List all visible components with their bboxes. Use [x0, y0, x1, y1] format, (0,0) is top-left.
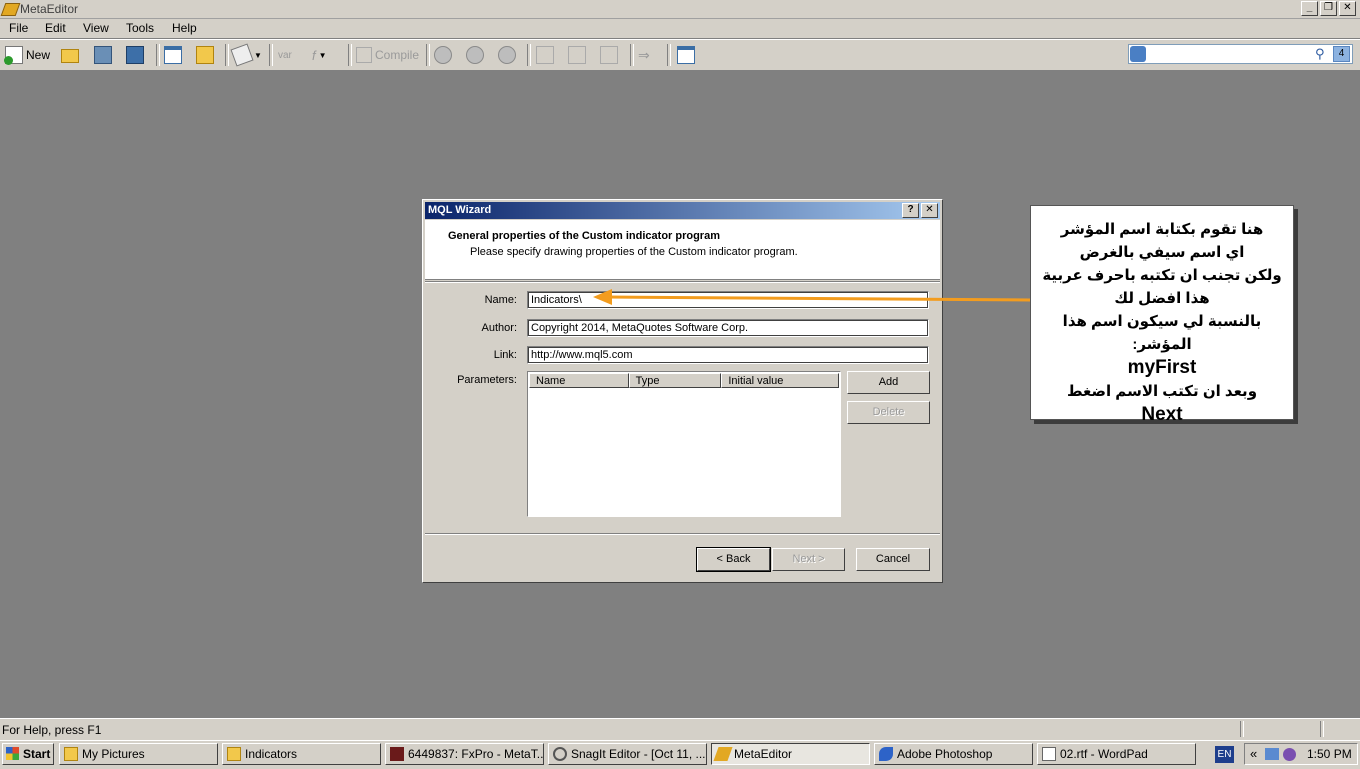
callout-line: هنا تقوم بكتابة اسم المؤشر — [1060, 221, 1264, 238]
task-adobe-photoshop[interactable]: Adobe Photoshop — [874, 743, 1033, 765]
show-hidden-icons-button[interactable]: « — [1250, 746, 1257, 761]
task-label: MetaEditor — [734, 747, 793, 761]
wordpad-document-icon — [1042, 747, 1056, 761]
messenger-icon[interactable] — [1283, 748, 1296, 761]
task-wordpad[interactable]: 02.rtf - WordPad — [1037, 743, 1196, 765]
callout-line: وبعد ان تكتب الاسم اضغط — [1066, 383, 1258, 400]
task-label: SnagIt Editor - [Oct 11, ... — [571, 747, 706, 761]
task-label: 6449837: FxPro - MetaT... — [408, 747, 544, 761]
task-fxpro-metatrader[interactable]: 6449837: FxPro - MetaT... — [385, 743, 544, 765]
callout-line: ولكن تجنب ان تكتبه باحرف عربية — [1042, 267, 1282, 284]
snagit-icon — [553, 747, 567, 761]
task-label: Adobe Photoshop — [897, 747, 993, 761]
task-metaeditor[interactable]: MetaEditor — [711, 743, 870, 765]
task-label: 02.rtf - WordPad — [1060, 747, 1148, 761]
language-indicator[interactable]: EN — [1215, 746, 1234, 763]
task-snagit-editor[interactable]: SnagIt Editor - [Oct 11, ... — [548, 743, 707, 765]
windows-logo-icon — [6, 747, 19, 760]
task-label: Indicators — [245, 747, 298, 761]
task-my-pictures[interactable]: My Pictures — [59, 743, 218, 765]
photoshop-feather-icon — [879, 747, 893, 761]
callout-line: بالنسبة لي سيكون اسم هذا المؤشر: — [1062, 313, 1262, 353]
task-indicators[interactable]: Indicators — [222, 743, 381, 765]
annotation-callout: هنا تقوم بكتابة اسم المؤشر اي اسم سيفي ب… — [1030, 205, 1294, 425]
network-icon[interactable] — [1265, 748, 1279, 760]
callout-indicator-name: myFirst — [1127, 357, 1197, 378]
status-bar: For Help, press F1 — [0, 718, 1360, 740]
start-button[interactable]: Start — [2, 743, 54, 765]
callout-line: هذا افضل لك — [1114, 290, 1210, 307]
taskbar: Start My Pictures Indicators 6449837: Fx… — [0, 740, 1360, 769]
folder-icon — [64, 747, 78, 761]
chart-app-icon — [390, 747, 404, 761]
clock[interactable]: 1:50 PM — [1307, 747, 1352, 761]
metaeditor-icon — [713, 747, 733, 761]
start-label: Start — [23, 747, 51, 761]
system-tray: « 1:50 PM — [1244, 743, 1358, 765]
folder-icon — [227, 747, 241, 761]
callout-next-word: Next — [1141, 404, 1183, 425]
callout-line: اي اسم سيفي بالغرض — [1079, 244, 1245, 261]
status-help-text: For Help, press F1 — [2, 723, 102, 737]
task-label: My Pictures — [82, 747, 145, 761]
